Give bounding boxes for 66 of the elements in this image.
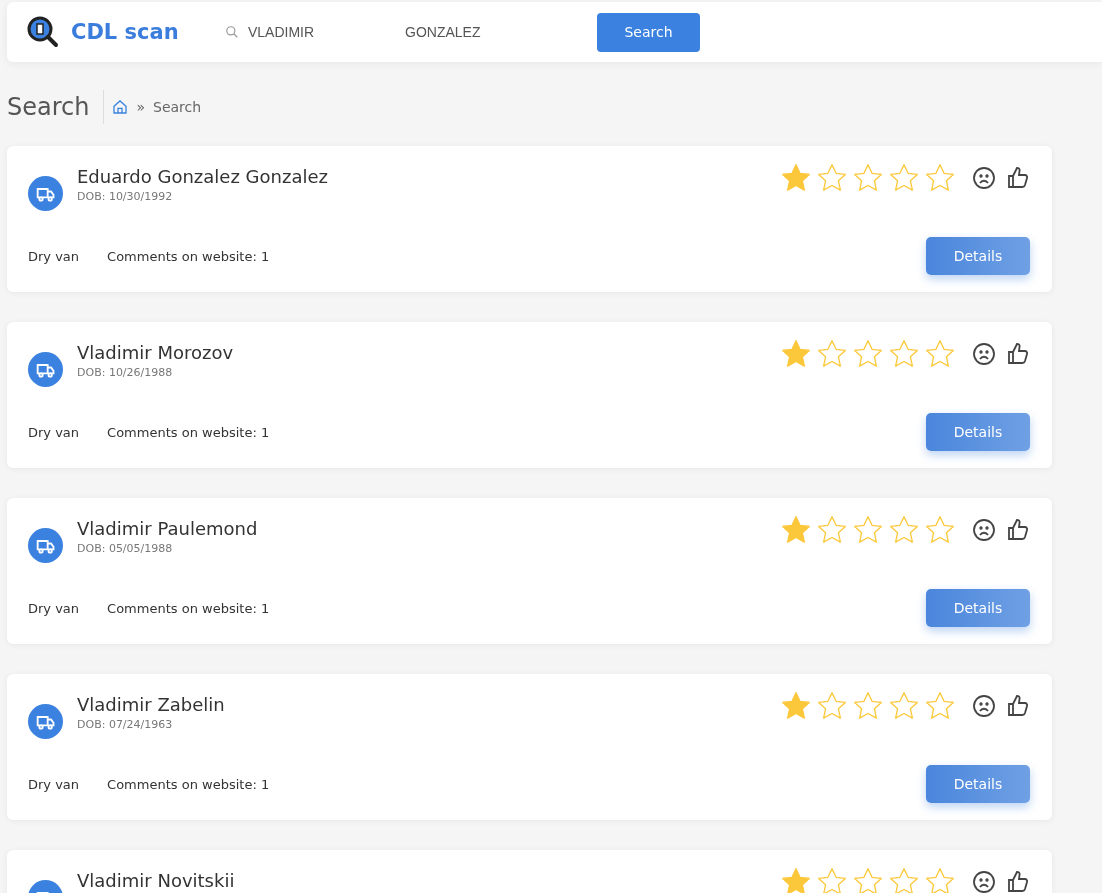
comments-count: Comments on website: 1 bbox=[107, 248, 270, 264]
search-button[interactable]: Search bbox=[597, 12, 700, 52]
details-button[interactable]: Details bbox=[926, 237, 1030, 275]
logo-text: CDL scan bbox=[71, 20, 180, 44]
filled-star-icon bbox=[780, 690, 812, 722]
driver-dob: DOB: 10/30/1992 bbox=[77, 190, 174, 203]
breadcrumb-separator: » bbox=[136, 99, 146, 115]
empty-star-icon bbox=[852, 866, 884, 893]
empty-star-icon bbox=[888, 690, 920, 722]
driver-dob: DOB: 05/05/1988 bbox=[77, 542, 174, 555]
empty-star-icon bbox=[888, 514, 920, 546]
thumbs-up-icon[interactable] bbox=[1006, 694, 1030, 718]
empty-star-icon bbox=[816, 514, 848, 546]
empty-star-icon bbox=[852, 514, 884, 546]
empty-star-icon bbox=[924, 514, 956, 546]
driver-name: Eduardo Gonzalez Gonzalez bbox=[77, 166, 328, 187]
empty-star-icon bbox=[816, 866, 848, 893]
empty-star-icon bbox=[816, 338, 848, 370]
home-icon[interactable] bbox=[112, 99, 129, 115]
driver-name: Vladimir Zabelin bbox=[77, 694, 225, 715]
comments-count: Comments on website: 1 bbox=[107, 600, 270, 616]
empty-star-icon bbox=[924, 866, 956, 893]
driver-dob: DOB: 07/24/1963 bbox=[77, 718, 174, 731]
driver-name: Vladimir Paulemond bbox=[77, 518, 258, 539]
empty-star-icon bbox=[852, 162, 884, 194]
search-icon bbox=[225, 25, 239, 39]
filled-star-icon bbox=[780, 338, 812, 370]
driver-name: Vladimir Morozov bbox=[77, 342, 234, 363]
page-title: Search bbox=[7, 90, 105, 124]
details-button[interactable]: Details bbox=[926, 413, 1030, 451]
filled-star-icon bbox=[780, 514, 812, 546]
thumbs-up-icon[interactable] bbox=[1006, 342, 1030, 366]
last-name-field[interactable]: GONZALEZ bbox=[405, 24, 565, 40]
sad-face-icon[interactable] bbox=[972, 342, 996, 366]
comments-count: Comments on website: 1 bbox=[107, 424, 270, 440]
thumbs-up-icon[interactable] bbox=[1006, 518, 1030, 542]
trailer-type: Dry van bbox=[28, 424, 80, 440]
trailer-type: Dry van bbox=[28, 248, 80, 264]
filled-star-icon bbox=[780, 866, 812, 893]
empty-star-icon bbox=[888, 866, 920, 893]
details-button[interactable]: Details bbox=[926, 589, 1030, 627]
empty-star-icon bbox=[924, 162, 956, 194]
driver-dob: DOB: 10/26/1988 bbox=[77, 366, 174, 379]
sad-face-icon[interactable] bbox=[972, 694, 996, 718]
thumbs-up-icon[interactable] bbox=[1006, 166, 1030, 190]
empty-star-icon bbox=[816, 162, 848, 194]
first-name-field[interactable]: VLADIMIR bbox=[248, 24, 378, 40]
empty-star-icon bbox=[888, 338, 920, 370]
trailer-type: Dry van bbox=[28, 776, 80, 792]
empty-star-icon bbox=[816, 690, 848, 722]
sad-face-icon[interactable] bbox=[972, 870, 996, 893]
empty-star-icon bbox=[924, 690, 956, 722]
sad-face-icon[interactable] bbox=[972, 518, 996, 542]
driver-name: Vladimir Novitskii bbox=[77, 870, 235, 891]
empty-star-icon bbox=[924, 338, 956, 370]
logo-icon bbox=[27, 16, 59, 48]
empty-star-icon bbox=[852, 690, 884, 722]
breadcrumb-current: Search bbox=[153, 99, 202, 115]
thumbs-up-icon[interactable] bbox=[1006, 870, 1030, 893]
sad-face-icon[interactable] bbox=[972, 166, 996, 190]
trailer-type: Dry van bbox=[28, 600, 80, 616]
empty-star-icon bbox=[888, 162, 920, 194]
comments-count: Comments on website: 1 bbox=[107, 776, 270, 792]
details-button[interactable]: Details bbox=[926, 765, 1030, 803]
empty-star-icon bbox=[852, 338, 884, 370]
filled-star-icon bbox=[780, 162, 812, 194]
